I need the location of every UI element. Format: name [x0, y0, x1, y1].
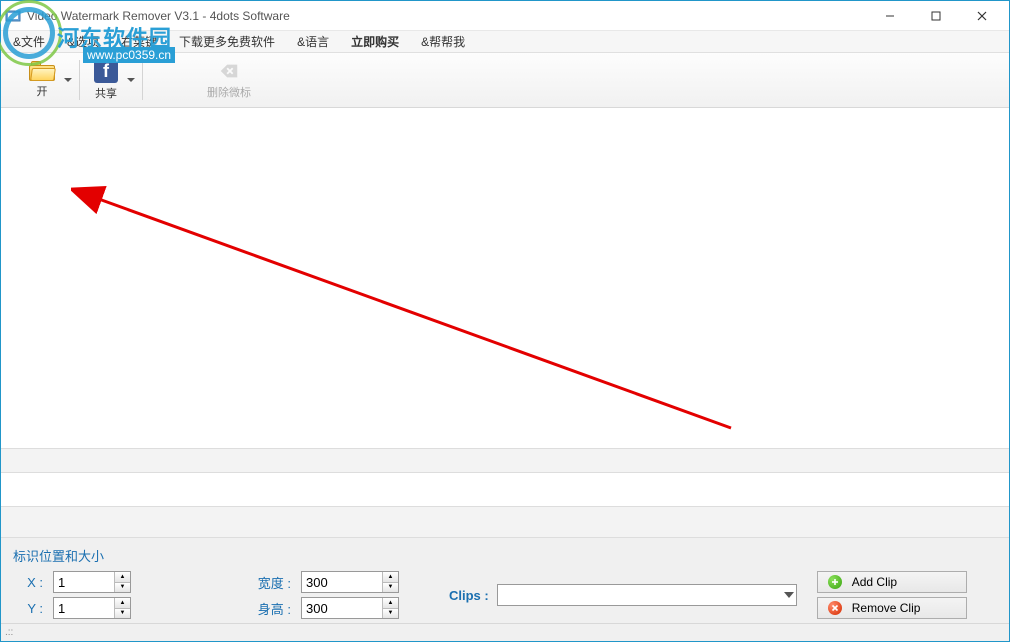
width-spin-down[interactable]: ▼	[382, 582, 398, 593]
share-dropdown[interactable]	[126, 55, 136, 105]
menu-buy-now[interactable]: 立即购买	[347, 31, 403, 52]
x-input[interactable]: ▲▼	[53, 571, 131, 593]
menu-language[interactable]: &语言	[293, 31, 333, 52]
width-field[interactable]	[302, 572, 382, 592]
clips-dropdown[interactable]	[497, 584, 797, 606]
window-controls	[867, 1, 1005, 31]
menu-file[interactable]: &文件	[9, 31, 49, 52]
app-icon	[5, 8, 21, 24]
content-area	[1, 108, 1009, 448]
width-label: 宽度 :	[241, 573, 291, 592]
x-spin-down[interactable]: ▼	[114, 582, 130, 593]
menu-options[interactable]: &选项	[63, 31, 103, 52]
y-spin-down[interactable]: ▼	[114, 608, 130, 619]
height-field[interactable]	[302, 598, 382, 618]
status-bar: .::	[1, 623, 1009, 641]
window-title: Video Watermark Remover V3.1 - 4dots Sof…	[27, 9, 867, 23]
share-label: 共享	[95, 85, 117, 101]
facebook-icon: f	[94, 59, 118, 83]
remove-watermark-button: 删除微标	[199, 55, 259, 105]
x-label: X :	[13, 575, 43, 590]
y-field[interactable]	[54, 598, 114, 618]
y-label: Y :	[13, 601, 43, 616]
width-input[interactable]: ▲▼	[301, 571, 399, 593]
add-clip-label: Add Clip	[852, 575, 897, 589]
title-bar: Video Watermark Remover V3.1 - 4dots Sof…	[1, 1, 1009, 31]
section-title: 标识位置和大小	[13, 546, 997, 565]
open-button[interactable]: 开	[21, 55, 63, 105]
height-label: 身高 :	[241, 599, 291, 618]
x-field[interactable]	[54, 572, 114, 592]
close-button[interactable]	[959, 1, 1005, 31]
maximize-button[interactable]	[913, 1, 959, 31]
menu-context[interactable]: 右菜键	[117, 31, 161, 52]
controls-row: X : ▲▼ Y : ▲▼ 宽度 : ▲▼	[13, 571, 997, 619]
status-grip: .::	[5, 627, 13, 638]
y-input[interactable]: ▲▼	[53, 597, 131, 619]
remove-watermark-label: 删除微标	[207, 84, 251, 100]
divider-bar-1	[1, 448, 1009, 473]
open-label: 开	[37, 83, 48, 99]
menu-download-more[interactable]: 下载更多免费软件	[175, 31, 279, 52]
open-dropdown[interactable]	[63, 55, 73, 105]
chevron-down-icon	[784, 592, 794, 598]
minimize-button[interactable]	[867, 1, 913, 31]
divider-bar-2	[1, 506, 1009, 538]
height-input[interactable]: ▲▼	[301, 597, 399, 619]
plus-icon	[828, 575, 842, 589]
share-button[interactable]: f 共享	[86, 55, 126, 105]
menu-bar: &文件 &选项 右菜键 下载更多免费软件 &语言 立即购买 &帮帮我	[1, 31, 1009, 53]
spacer	[1, 473, 1009, 506]
menu-help[interactable]: &帮帮我	[417, 31, 469, 52]
height-spin-down[interactable]: ▼	[382, 608, 398, 619]
add-clip-button[interactable]: Add Clip	[817, 571, 967, 593]
clips-label: Clips :	[449, 588, 489, 603]
toolbar-separator	[142, 60, 143, 100]
width-spin-up[interactable]: ▲	[382, 572, 398, 582]
toolbar-separator	[79, 60, 80, 100]
toolbar: 开 f 共享 删除微标	[1, 53, 1009, 108]
x-icon	[828, 601, 842, 615]
remove-watermark-icon	[218, 60, 240, 82]
position-size-panel: 标识位置和大小 X : ▲▼ Y : ▲▼ 宽度	[1, 538, 1009, 629]
remove-clip-button[interactable]: Remove Clip	[817, 597, 967, 619]
red-arrow-annotation	[71, 173, 751, 473]
x-spin-up[interactable]: ▲	[114, 572, 130, 582]
height-spin-up[interactable]: ▲	[382, 598, 398, 608]
folder-icon	[29, 61, 55, 81]
remove-clip-label: Remove Clip	[852, 601, 921, 615]
y-spin-up[interactable]: ▲	[114, 598, 130, 608]
